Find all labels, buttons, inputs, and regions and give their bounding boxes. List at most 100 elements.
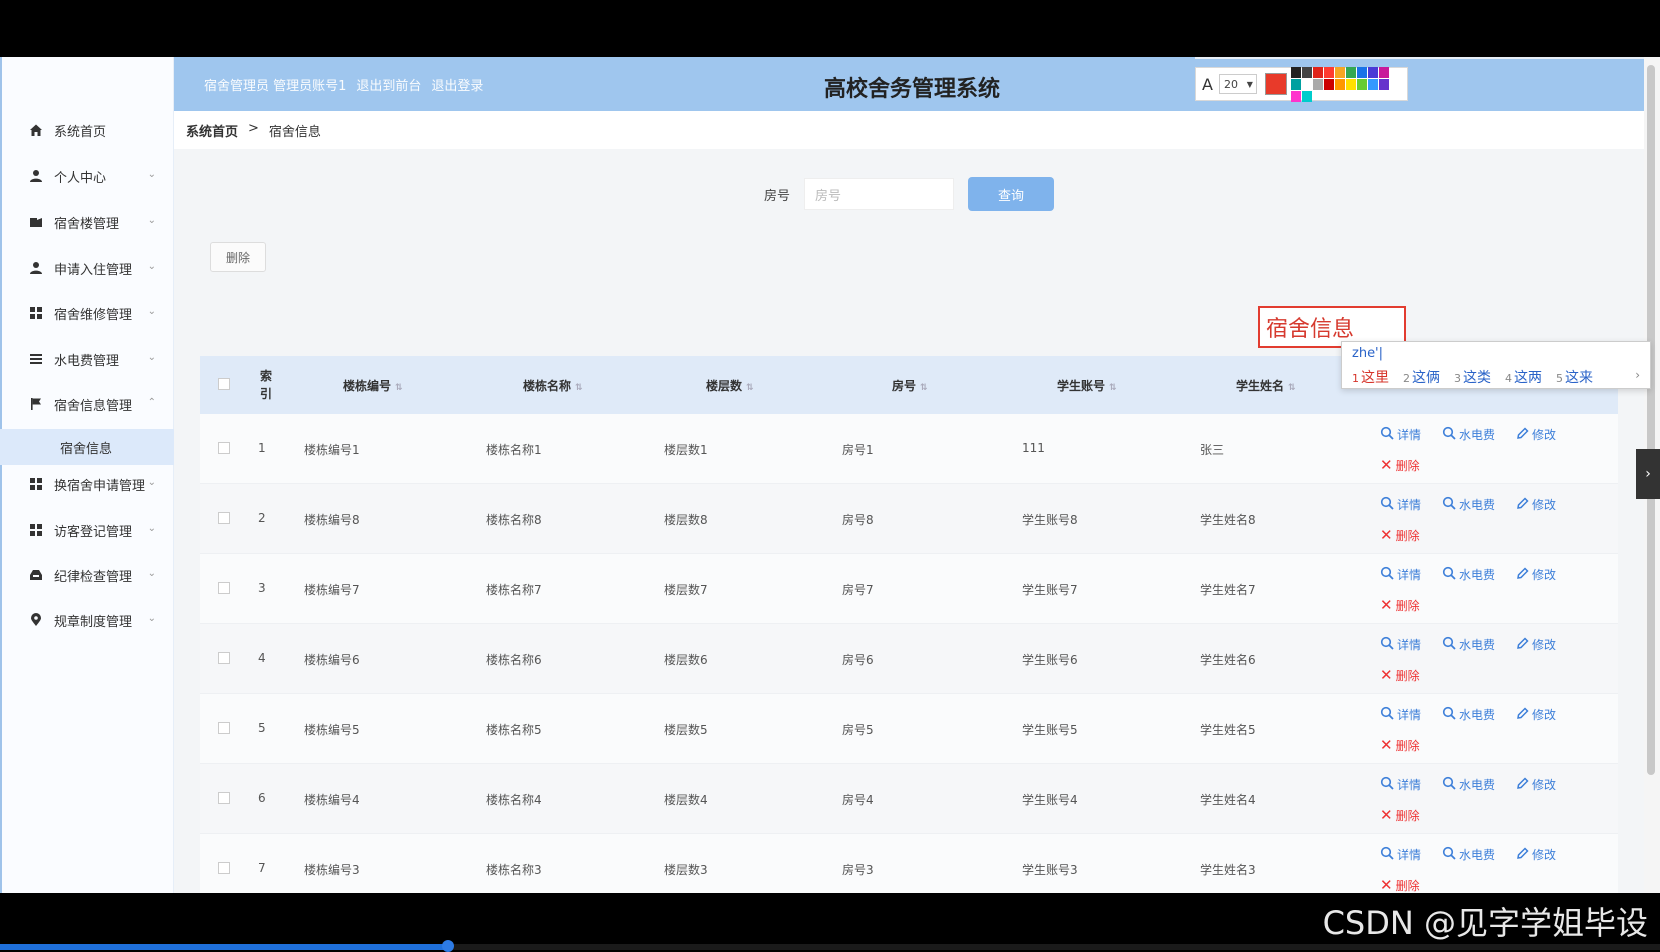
video-progress-knob[interactable]: [442, 940, 455, 952]
detail-button[interactable]: 详情: [1380, 426, 1421, 443]
color-swatch[interactable]: [1290, 78, 1301, 90]
color-swatch[interactable]: [1334, 78, 1345, 90]
column-header-floors[interactable]: 楼层数 ⇅: [706, 377, 754, 394]
utility-fee-button[interactable]: 水电费: [1442, 426, 1495, 443]
sidebar-item-2[interactable]: 个人中心 ⌄: [0, 161, 174, 191]
row-checkbox[interactable]: [218, 582, 230, 597]
delete-button[interactable]: ✕ 删除: [1380, 596, 1420, 614]
logout-link[interactable]: 退出登录: [431, 75, 483, 94]
color-swatch[interactable]: [1312, 78, 1323, 90]
select-all-checkbox[interactable]: [218, 377, 230, 393]
edit-button[interactable]: 修改: [1516, 496, 1556, 513]
color-swatch[interactable]: [1290, 90, 1301, 102]
sidebar-item-4[interactable]: 申请入住管理 ⌄: [0, 253, 174, 283]
breadcrumb: 系统首页 > 宿舍信息: [186, 121, 321, 140]
delete-button[interactable]: ✕ 删除: [1380, 876, 1420, 893]
ime-next-page-icon[interactable]: ›: [1635, 368, 1640, 382]
edit-button[interactable]: 修改: [1516, 426, 1556, 443]
column-header-student-account[interactable]: 学生账号 ⇅: [1057, 377, 1117, 394]
font-icon[interactable]: A: [1202, 75, 1213, 94]
detail-button[interactable]: 详情: [1380, 706, 1421, 723]
row-checkbox[interactable]: [218, 792, 230, 807]
color-swatch[interactable]: [1356, 66, 1367, 78]
utility-fee-button[interactable]: 水电费: [1442, 496, 1495, 513]
color-swatch[interactable]: [1323, 66, 1334, 78]
edit-button[interactable]: 修改: [1516, 776, 1556, 793]
color-swatch[interactable]: [1312, 66, 1323, 78]
current-color-swatch[interactable]: [1264, 73, 1287, 95]
column-header-student-name[interactable]: 学生姓名 ⇅: [1236, 377, 1296, 394]
color-swatch[interactable]: [1334, 66, 1345, 78]
row-checkbox[interactable]: [218, 512, 230, 527]
action-label: 详情: [1397, 498, 1422, 512]
edit-button[interactable]: 修改: [1516, 636, 1556, 653]
color-swatch[interactable]: [1378, 66, 1389, 78]
room-number-input[interactable]: 房号: [804, 178, 955, 210]
detail-button[interactable]: 详情: [1380, 496, 1421, 513]
delete-button[interactable]: ✕ 删除: [1380, 666, 1420, 684]
delete-button[interactable]: ✕ 删除: [1380, 806, 1420, 824]
side-expand-arrow-icon[interactable]: ›: [1636, 449, 1660, 499]
delete-button[interactable]: ✕ 删除: [1380, 736, 1420, 754]
table-cell: 楼栋编号6: [304, 653, 360, 667]
color-swatch[interactable]: [1301, 66, 1312, 78]
color-swatch[interactable]: [1345, 78, 1356, 90]
utility-fee-button[interactable]: 水电费: [1442, 776, 1495, 793]
detail-button[interactable]: 详情: [1380, 776, 1421, 793]
utility-fee-button[interactable]: 水电费: [1442, 706, 1495, 723]
edit-button[interactable]: 修改: [1516, 566, 1556, 583]
row-checkbox[interactable]: [218, 722, 230, 737]
sidebar-item-10[interactable]: 纪律检查管理 ⌄: [0, 560, 174, 590]
color-swatch[interactable]: [1367, 66, 1378, 78]
row-checkbox[interactable]: [218, 862, 230, 877]
delete-button[interactable]: ✕ 删除: [1380, 526, 1420, 544]
sidebar-item-9[interactable]: 访客登记管理 ⌄: [0, 515, 174, 545]
ime-candidate[interactable]: 5 这来: [1556, 367, 1593, 387]
column-header-building-name[interactable]: 楼栋名称 ⇅: [523, 377, 583, 394]
detail-button[interactable]: 详情: [1380, 566, 1421, 583]
detail-button[interactable]: 详情: [1380, 636, 1421, 653]
sidebar-item-7[interactable]: 宿舍信息管理 ⌃: [0, 389, 174, 419]
detail-button[interactable]: 详情: [1380, 846, 1421, 863]
row-checkbox[interactable]: [218, 652, 230, 667]
column-header-room-no[interactable]: 房号 ⇅: [892, 377, 928, 394]
color-swatch[interactable]: [1356, 78, 1367, 90]
scrollbar-thumb[interactable]: [1647, 65, 1655, 775]
breadcrumb-home[interactable]: 系统首页: [186, 121, 238, 140]
color-swatch[interactable]: [1301, 78, 1312, 90]
admin-account-link[interactable]: 宿舍管理员 管理员账号1: [204, 75, 346, 94]
color-swatch[interactable]: [1301, 90, 1312, 102]
action-label: 删除: [1395, 458, 1420, 473]
ime-candidate[interactable]: 4 这两: [1505, 367, 1542, 387]
delete-button[interactable]: ✕ 删除: [1380, 456, 1420, 474]
header-links: 宿舍管理员 管理员账号1 退出到前台 退出登录: [204, 75, 483, 94]
search-icon: [1442, 636, 1456, 653]
sidebar-item-1[interactable]: 系统首页: [0, 115, 174, 145]
utility-fee-button[interactable]: 水电费: [1442, 636, 1495, 653]
video-progress-bar[interactable]: [0, 940, 1660, 952]
color-swatch[interactable]: [1367, 78, 1378, 90]
ime-candidate[interactable]: 3 这类: [1454, 367, 1491, 387]
edit-button[interactable]: 修改: [1516, 706, 1556, 723]
ime-candidate[interactable]: 1 这里: [1352, 367, 1389, 387]
batch-delete-button[interactable]: 删除: [210, 242, 266, 272]
sidebar-item-5[interactable]: 宿舍维修管理 ⌄: [0, 298, 174, 328]
utility-fee-button[interactable]: 水电费: [1442, 566, 1495, 583]
sidebar-item-8[interactable]: 换宿舍申请管理 ⌄: [0, 469, 174, 499]
utility-fee-button[interactable]: 水电费: [1442, 846, 1495, 863]
color-swatch[interactable]: [1323, 78, 1334, 90]
sidebar-item-3[interactable]: 宿舍楼管理 ⌄: [0, 207, 174, 237]
sidebar-subitem-dorm-info[interactable]: 宿舍信息: [0, 429, 174, 465]
font-size-select[interactable]: 20 ▼: [1218, 74, 1257, 94]
edit-button[interactable]: 修改: [1516, 846, 1556, 863]
color-swatch[interactable]: [1378, 78, 1389, 90]
query-button[interactable]: 查询: [968, 177, 1055, 211]
ime-candidate[interactable]: 2 这俩: [1403, 367, 1440, 387]
sidebar-item-6[interactable]: 水电费管理 ⌄: [0, 344, 174, 374]
sidebar-item-11[interactable]: 规章制度管理 ⌄: [0, 605, 174, 635]
column-header-building-no[interactable]: 楼栋编号 ⇅: [343, 377, 403, 394]
back-to-front-link[interactable]: 退出到前台: [356, 75, 421, 94]
color-swatch[interactable]: [1345, 66, 1356, 78]
color-swatch[interactable]: [1290, 66, 1301, 78]
row-checkbox[interactable]: [218, 442, 230, 457]
